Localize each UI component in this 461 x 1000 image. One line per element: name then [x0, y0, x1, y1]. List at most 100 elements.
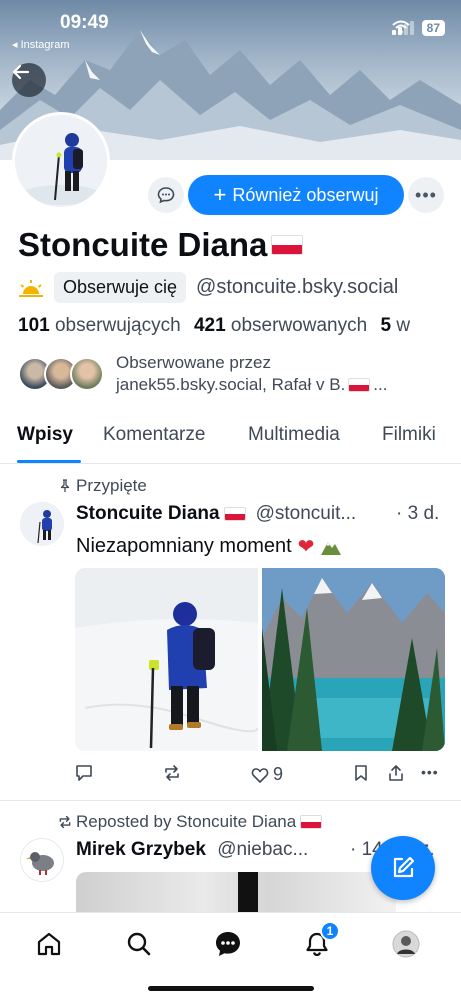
- nav-notifications[interactable]: 1: [300, 921, 340, 961]
- heart-emoji-icon: ❤: [297, 536, 315, 558]
- followed-by-title: Obserwowane przez: [116, 353, 271, 372]
- followed-by-ellipsis: ...: [373, 375, 388, 394]
- post-text-content: Niezapomniany moment: [76, 535, 292, 557]
- followers-avatars: [18, 357, 104, 391]
- post-header: Mirek Grzybek @niebac... · 14 godz.: [76, 839, 435, 861]
- profile-tabs: Wpisy Komentarze Multimedia Filmiki: [0, 414, 461, 464]
- home-icon: [37, 932, 61, 956]
- nav-search[interactable]: [122, 927, 156, 961]
- post-header: Stoncuite Diana @stoncuit... · 3 d.: [76, 503, 439, 525]
- profile-stats: 101 obserwujących 421 obserwowanych 5 w: [18, 315, 418, 337]
- plus-icon: +: [213, 182, 227, 207]
- repost-button[interactable]: [163, 764, 181, 782]
- more-options-button[interactable]: •••: [408, 177, 444, 213]
- post-image-lake[interactable]: [262, 568, 445, 751]
- battery-indicator: 87: [421, 20, 445, 36]
- more-icon: •••: [421, 764, 439, 780]
- back-arrow-icon: [12, 64, 30, 80]
- home-indicator: [148, 986, 314, 991]
- repost-icon: [59, 815, 71, 829]
- pin-icon: [60, 479, 70, 492]
- handle-row: Obserwuje cię @stoncuite.bsky.social: [18, 272, 398, 303]
- poland-flag-icon: [223, 507, 246, 521]
- bookmark-button[interactable]: [353, 764, 369, 782]
- avatar-image: [15, 115, 107, 207]
- reply-button[interactable]: [75, 764, 93, 782]
- active-tab-indicator: [17, 460, 81, 463]
- compose-icon: [393, 856, 415, 878]
- followed-by-section[interactable]: Obserwowane przez janek55.bsky.social, R…: [18, 352, 387, 396]
- post-author-avatar[interactable]: [20, 838, 64, 882]
- profile-avatar-icon: [392, 930, 420, 958]
- followers-count[interactable]: 101: [18, 315, 50, 336]
- followers-label[interactable]: obserwujących: [55, 315, 181, 336]
- tab-videos[interactable]: Filmiki: [382, 424, 436, 446]
- bookmark-icon: [355, 765, 367, 781]
- post-text: Niezapomniany moment ❤: [76, 534, 342, 559]
- profile-display-name: Stoncuite Diana: [18, 226, 304, 264]
- repost-context: Reposted by Stoncuite Diana: [58, 812, 323, 832]
- nav-profile[interactable]: [389, 927, 423, 961]
- pigeon-avatar-image: [21, 839, 63, 881]
- tab-media[interactable]: Multimedia: [248, 424, 340, 446]
- post-author-handle[interactable]: @niebac...: [217, 839, 308, 860]
- chat-icon: [157, 187, 175, 204]
- profile-avatar[interactable]: [12, 112, 110, 210]
- back-to-app-link[interactable]: ◂ Instagram: [12, 38, 70, 51]
- repost-context-text[interactable]: Reposted by Stoncuite Diana: [76, 812, 296, 832]
- posts-label: w: [396, 315, 411, 336]
- tab-posts[interactable]: Wpisy: [17, 424, 73, 446]
- profile-handle[interactable]: @stoncuite.bsky.social: [196, 276, 398, 299]
- status-time: 09:49: [60, 12, 109, 33]
- poland-flag-icon: [271, 235, 304, 255]
- compose-button[interactable]: [371, 836, 435, 900]
- wifi-icon: [391, 20, 410, 34]
- poland-flag-icon: [348, 378, 371, 392]
- following-label[interactable]: obserwowanych: [231, 315, 367, 336]
- back-button[interactable]: [12, 63, 46, 97]
- post-image[interactable]: [76, 872, 396, 912]
- nav-messages[interactable]: [211, 927, 245, 961]
- image-detail: [238, 872, 258, 912]
- post-more-button[interactable]: •••: [421, 764, 439, 780]
- nav-home[interactable]: [32, 927, 66, 961]
- lake-photo: [262, 568, 445, 751]
- share-icon: [389, 765, 403, 781]
- avatar-image: [20, 502, 64, 546]
- sun-icon: [19, 279, 43, 297]
- display-name-text: Stoncuite Diana: [18, 226, 268, 263]
- notifications-badge: 1: [320, 921, 340, 941]
- pinned-text: Przypięte: [76, 476, 147, 495]
- messages-icon: [216, 932, 240, 956]
- post-divider: [0, 800, 461, 801]
- post-author-name[interactable]: Stoncuite Diana: [76, 503, 220, 525]
- posts-count: 5: [380, 315, 392, 336]
- post-time: · 3 d.: [396, 503, 440, 524]
- more-icon: •••: [415, 184, 437, 205]
- poland-flag-icon: [300, 815, 323, 829]
- followed-by-names: janek55.bsky.social, Rafał v B.: [116, 375, 346, 394]
- post-author-handle[interactable]: @stoncuit...: [256, 503, 357, 525]
- repost-icon: [165, 765, 179, 781]
- post-author-avatar[interactable]: [20, 502, 64, 546]
- like-count: 9: [273, 764, 284, 784]
- pinned-label: Przypięte: [58, 476, 147, 496]
- followed-by-text: Obserwowane przez janek55.bsky.social, R…: [116, 352, 387, 396]
- post-author-name[interactable]: Mirek Grzybek: [76, 839, 206, 860]
- mini-avatar: [70, 357, 104, 391]
- message-button[interactable]: [148, 177, 184, 213]
- search-icon: [127, 932, 151, 956]
- tab-replies[interactable]: Komentarze: [103, 424, 205, 446]
- hiker-photo: [75, 568, 258, 751]
- following-count[interactable]: 421: [194, 315, 226, 336]
- post-image-hiker[interactable]: [75, 568, 258, 751]
- post-actions: 9 •••: [75, 764, 445, 786]
- follow-back-label: Również obserwuj: [232, 184, 379, 205]
- share-button[interactable]: [387, 764, 405, 782]
- comment-icon: [76, 765, 92, 781]
- like-button[interactable]: 9: [251, 764, 283, 785]
- heart-icon: [251, 767, 269, 783]
- follow-back-button[interactable]: + Również obserwuj: [188, 175, 404, 215]
- mountain-emoji-icon: [321, 541, 342, 555]
- status-icons: 87: [391, 20, 445, 36]
